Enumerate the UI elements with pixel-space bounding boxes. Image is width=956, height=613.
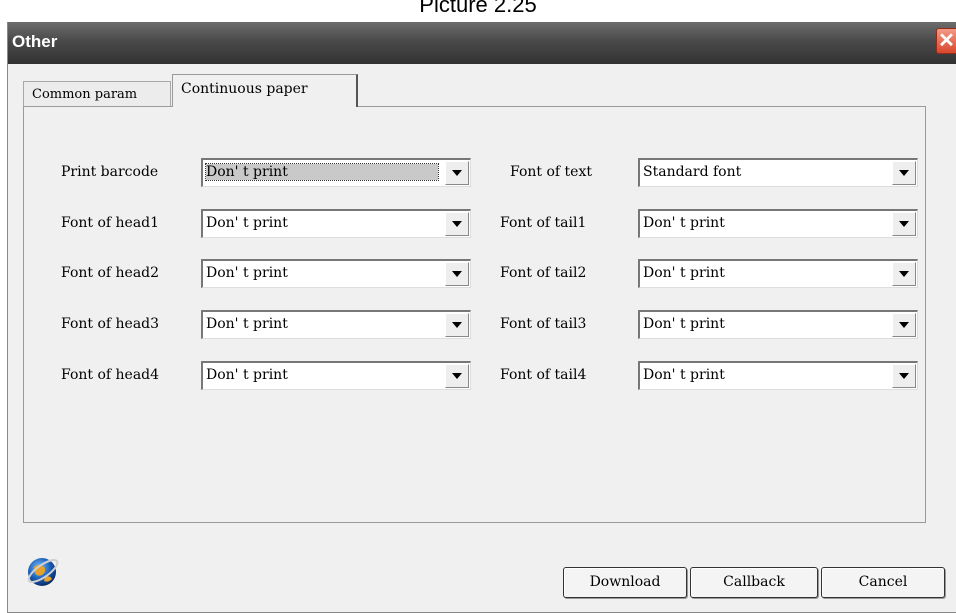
select-value: Don' t print [643, 265, 725, 281]
font-head3-select[interactable]: Don' t print [201, 310, 471, 339]
cancel-button[interactable]: Cancel [821, 567, 945, 598]
font-tail3-label: Font of tail3 [500, 316, 587, 332]
font-tail3-select[interactable]: Don' t print [638, 310, 918, 339]
download-button[interactable]: Download [563, 567, 687, 598]
print-barcode-select[interactable]: Don' t print [201, 158, 471, 187]
font-head1-label: Font of head1 [61, 215, 160, 231]
chevron-down-icon[interactable] [892, 212, 916, 236]
print-barcode-label: Print barcode [61, 164, 159, 180]
chevron-down-icon[interactable] [892, 161, 916, 185]
font-tail2-label: Font of tail2 [500, 265, 587, 281]
font-tail2-select[interactable]: Don' t print [638, 259, 918, 288]
globe-logo-icon [27, 558, 59, 586]
font-head4-label: Font of head4 [61, 367, 160, 383]
select-value: Standard font [643, 164, 742, 180]
chevron-down-icon[interactable] [892, 262, 916, 286]
select-value: Don' t print [206, 215, 288, 231]
tab-label: Common param [32, 87, 138, 102]
font-head1-select[interactable]: Don' t print [201, 209, 471, 238]
chevron-down-icon[interactable] [445, 313, 469, 337]
select-value: Don' t print [643, 367, 725, 383]
title-bar[interactable]: Other ✕ [8, 22, 956, 64]
tab-label: Continuous paper [181, 81, 308, 97]
close-button[interactable]: ✕ [936, 28, 956, 54]
select-value: Don' t print [206, 367, 288, 383]
font-tail1-select[interactable]: Don' t print [638, 209, 918, 238]
close-icon: ✕ [938, 30, 955, 52]
font-head3-label: Font of head3 [61, 316, 160, 332]
font-head2-select[interactable]: Don' t print [201, 259, 471, 288]
font-text-select[interactable]: Standard font [638, 158, 918, 187]
chevron-down-icon[interactable] [445, 161, 469, 185]
chevron-down-icon[interactable] [445, 364, 469, 388]
font-head4-select[interactable]: Don' t print [201, 361, 471, 390]
picture-caption: Picture 2.25 [419, 0, 537, 17]
select-value: Don' t print [643, 215, 725, 231]
callback-button[interactable]: Callback [690, 567, 818, 598]
font-tail4-label: Font of tail4 [500, 367, 587, 383]
tab-common-param[interactable]: Common param [23, 81, 171, 107]
select-value: Don' t print [205, 163, 439, 181]
chevron-down-icon[interactable] [892, 364, 916, 388]
chevron-down-icon[interactable] [445, 262, 469, 286]
font-head2-label: Font of head2 [61, 265, 160, 281]
font-tail4-select[interactable]: Don' t print [638, 361, 918, 390]
select-value: Don' t print [643, 316, 725, 332]
select-value: Don' t print [206, 316, 288, 332]
window-title: Other [12, 32, 58, 51]
select-value: Don' t print [206, 265, 288, 281]
chevron-down-icon[interactable] [445, 212, 469, 236]
chevron-down-icon[interactable] [892, 313, 916, 337]
tab-continuous-paper[interactable]: Continuous paper [172, 74, 358, 107]
font-tail1-label: Font of tail1 [500, 215, 587, 231]
font-text-label: Font of text [510, 164, 592, 180]
